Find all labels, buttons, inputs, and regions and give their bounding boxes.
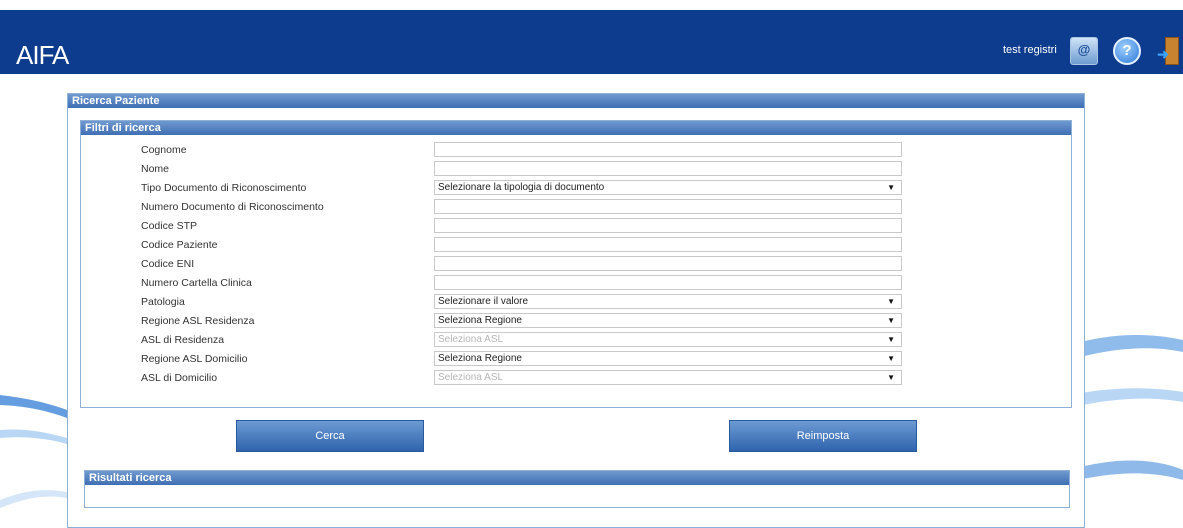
tipo-documento-di-riconoscimento-select[interactable]: Selezionare la tipologia di documento ▼	[434, 180, 902, 195]
filter-label: Nome	[141, 163, 170, 175]
filter-label: Codice Paziente	[141, 239, 218, 251]
select-value: Selezionare la tipologia di documento	[438, 182, 605, 193]
numero-documento-di-riconoscimento-input[interactable]	[434, 199, 902, 214]
select-value: Seleziona Regione	[438, 353, 522, 364]
asl-di-domicilio-select[interactable]: Seleziona ASL ▼	[434, 370, 902, 385]
user-name-link[interactable]: test registri	[1003, 44, 1057, 56]
chevron-down-icon[interactable]: ▼	[887, 295, 895, 308]
filter-label: Tipo Documento di Riconoscimento	[141, 182, 307, 194]
codice-eni-input[interactable]	[434, 256, 902, 271]
filter-label: Regione ASL Domicilio	[141, 353, 248, 365]
filter-label: Cognome	[141, 144, 187, 156]
filter-row: Numero Cartella Clinica	[81, 274, 1071, 293]
filter-row: ASL di Residenza Seleziona ASL ▼	[81, 331, 1071, 350]
filter-label: Numero Cartella Clinica	[141, 277, 252, 289]
filter-label: ASL di Residenza	[141, 334, 225, 346]
chevron-down-icon[interactable]: ▼	[887, 181, 895, 194]
reset-button[interactable]: Reimposta	[729, 420, 917, 452]
filter-label: Codice ENI	[141, 258, 195, 270]
filter-row: Patologia Selezionare il valore ▼	[81, 293, 1071, 312]
filter-row: Cognome	[81, 141, 1071, 160]
patologia-select[interactable]: Selezionare il valore ▼	[434, 294, 902, 309]
filter-row: Numero Documento di Riconoscimento	[81, 198, 1071, 217]
filter-label: Codice STP	[141, 220, 198, 232]
search-button[interactable]: Cerca	[236, 420, 424, 452]
chevron-down-icon[interactable]: ▼	[887, 333, 895, 346]
codice-stp-input[interactable]	[434, 218, 902, 233]
select-value: Seleziona ASL	[438, 372, 504, 383]
filter-row: Codice Paziente	[81, 236, 1071, 255]
results-title: Risultati ricerca	[85, 471, 1069, 485]
help-icon[interactable]: ?	[1113, 37, 1141, 65]
cognome-input[interactable]	[434, 142, 902, 157]
aifa-logo[interactable]: AIFA	[16, 40, 69, 71]
filter-row: Codice STP	[81, 217, 1071, 236]
exit-icon[interactable]: ➜	[1157, 37, 1179, 65]
select-value: Selezionare il valore	[438, 296, 529, 307]
codice-paziente-input[interactable]	[434, 237, 902, 252]
filter-row: Regione ASL Residenza Seleziona Regione ▼	[81, 312, 1071, 331]
filter-row: Tipo Documento di Riconoscimento Selezion…	[81, 179, 1071, 198]
filter-label: Regione ASL Residenza	[141, 315, 255, 327]
filter-row: ASL di Domicilio Seleziona ASL ▼	[81, 369, 1071, 388]
app-header: AIFA test registri @ ? ➜	[0, 10, 1183, 74]
search-patient-panel: Ricerca Paziente Filtri di ricerca Cogno…	[67, 93, 1085, 528]
chevron-down-icon[interactable]: ▼	[887, 371, 895, 384]
nome-input[interactable]	[434, 161, 902, 176]
chevron-down-icon[interactable]: ▼	[887, 314, 895, 327]
filter-label: Patologia	[141, 296, 185, 308]
filter-row: Regione ASL Domicilio Seleziona Regione ▼	[81, 350, 1071, 369]
regione-asl-domicilio-select[interactable]: Seleziona Regione ▼	[434, 351, 902, 366]
select-value: Seleziona Regione	[438, 315, 522, 326]
search-results-section: Risultati ricerca	[84, 470, 1070, 508]
select-value: Seleziona ASL	[438, 334, 504, 345]
panel-title: Ricerca Paziente	[68, 94, 1084, 108]
asl-di-residenza-select[interactable]: Seleziona ASL ▼	[434, 332, 902, 347]
regione-asl-residenza-select[interactable]: Seleziona Regione ▼	[434, 313, 902, 328]
filter-row: Nome	[81, 160, 1071, 179]
filter-row: Codice ENI	[81, 255, 1071, 274]
filters-title: Filtri di ricerca	[81, 121, 1071, 135]
search-filters-section: Filtri di ricerca Cognome Nome Tipo Docume…	[80, 120, 1072, 408]
chevron-down-icon[interactable]: ▼	[887, 352, 895, 365]
filter-label: ASL di Domicilio	[141, 372, 218, 384]
numero-cartella-clinica-input[interactable]	[434, 275, 902, 290]
filter-label: Numero Documento di Riconoscimento	[141, 201, 324, 213]
mail-icon[interactable]: @	[1070, 37, 1098, 65]
